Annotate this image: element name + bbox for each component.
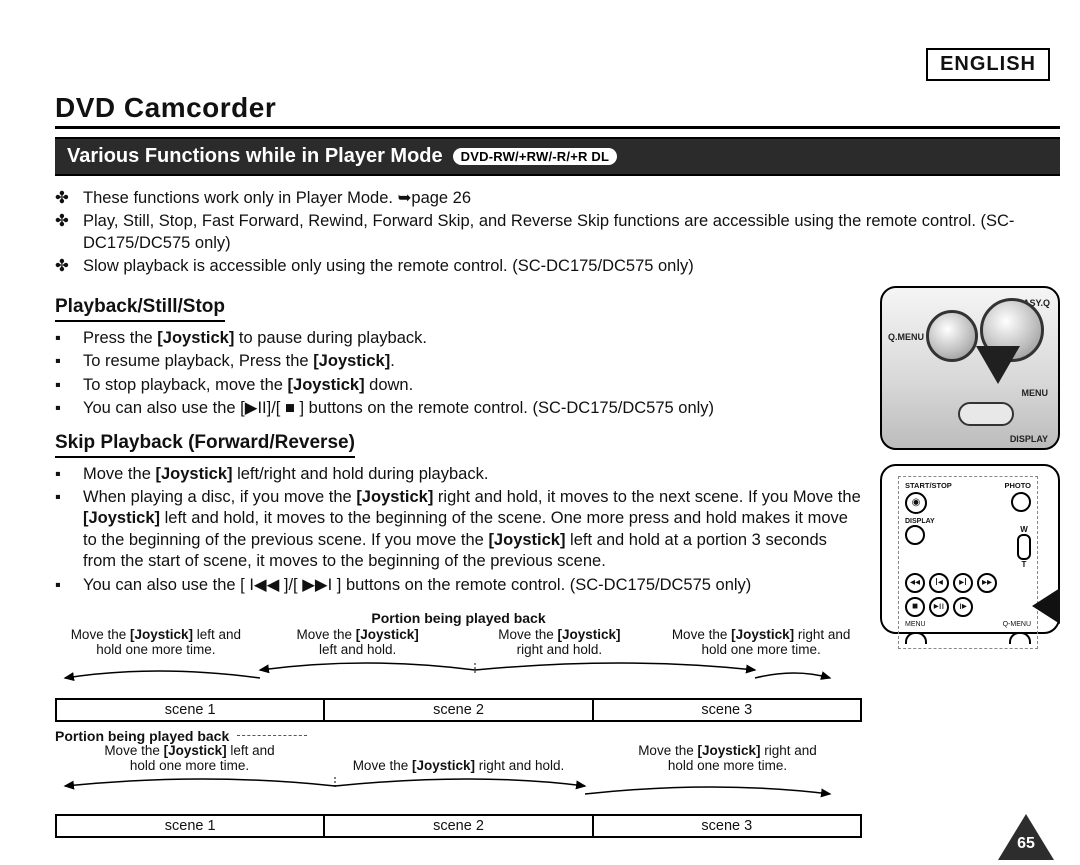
- menu-label: MENU: [1022, 388, 1049, 398]
- remote-ff-icon: ▸▸: [977, 573, 997, 593]
- remote-photo-label: PHOTO: [1004, 481, 1031, 490]
- scene3b: scene 3: [594, 816, 860, 836]
- remote-qmenu-label: Q-MENU: [1003, 621, 1031, 628]
- pb-bullet-0: Press the [Joystick] to pause during pla…: [83, 328, 427, 349]
- remote-zoom-icon: [1017, 534, 1031, 560]
- remote-prev-icon: І◂: [929, 573, 949, 593]
- pointer-arrow-icon: [976, 346, 1020, 384]
- intro-bullet-0: These functions work only in Player Mode…: [83, 188, 471, 209]
- playback-bullets: ▪Press the [Joystick] to pause during pl…: [55, 328, 862, 420]
- language-badge: ENGLISH: [926, 48, 1050, 81]
- dia1-cell-1: Move the [Joystick]left and hold.: [257, 628, 459, 658]
- title-rule: [55, 126, 1060, 129]
- dia1-cell-2: Move the [Joystick]right and hold.: [459, 628, 661, 658]
- page-title: DVD Camcorder: [55, 92, 1060, 124]
- pb-bullet-3: You can also use the [▶II]/[ ■ ] buttons…: [83, 398, 714, 419]
- dia2-cell-2: Move the [Joystick] right andhold one mo…: [593, 744, 862, 774]
- diagram2-caption: Portion being played back: [55, 728, 229, 744]
- scene1a: scene 1: [57, 700, 325, 720]
- scene2b: scene 2: [325, 816, 593, 836]
- remote-rew-icon: ◂◂: [905, 573, 925, 593]
- remote-next-icon: ▸І: [953, 573, 973, 593]
- manual-page: ENGLISH DVD Camcorder Various Functions …: [0, 0, 1080, 865]
- scene-bar-1: scene 1 scene 2 scene 3: [55, 698, 862, 722]
- display-label: DISPLAY: [1010, 434, 1048, 444]
- remote-startstop-icon: ◉: [905, 492, 927, 514]
- qmenu-knob-icon: [926, 310, 978, 362]
- remote-pointer-icon: [1032, 588, 1060, 624]
- scene-bar-2: scene 1 scene 2 scene 3: [55, 814, 862, 838]
- remote-display-label: DISPLAY: [905, 518, 1031, 525]
- remote-photo-icon: [1011, 492, 1031, 512]
- remote-t-label: T: [1022, 560, 1027, 569]
- intro-bullet-2: Slow playback is accessible only using t…: [83, 256, 694, 277]
- remote-startstop-label: START/STOP: [905, 481, 952, 490]
- skip-heading: Skip Playback (Forward/Reverse): [55, 432, 355, 458]
- playback-heading: Playback/Still/Stop: [55, 296, 225, 322]
- remote-qmenu-btn-icon: [1009, 632, 1031, 644]
- remote-display-icon: [905, 525, 925, 545]
- scene3a: scene 3: [594, 700, 860, 720]
- remote-menu-btn-icon: [905, 632, 927, 644]
- remote-play-icon: ▸ıı: [929, 597, 949, 617]
- dia1-cell-3: Move the [Joystick] right andhold one mo…: [660, 628, 862, 658]
- dia1-cell-0: Move the [Joystick] left andhold one mor…: [55, 628, 257, 658]
- intro-bullet-1: Play, Still, Stop, Fast Forward, Rewind,…: [83, 211, 1060, 254]
- page-number: 65: [1017, 835, 1035, 853]
- menu-button-icon: [958, 402, 1014, 426]
- remote-w-label: W: [1020, 525, 1028, 534]
- diagram1-caption: Portion being played back: [55, 610, 862, 626]
- page-number-badge: 65: [998, 813, 1054, 861]
- skip-bullet-1: When playing a disc, if you move the [Jo…: [83, 487, 862, 573]
- diagram2-arrows: [55, 774, 835, 804]
- skip-bullets: ▪Move the [Joystick] left/right and hold…: [55, 464, 862, 597]
- remote-illustration: START/STOP PHOTO ◉ DISPLAY W: [880, 464, 1060, 634]
- pb-bullet-1: To resume playback, Press the [Joystick]…: [83, 351, 395, 372]
- scene-diagram-1: Portion being played back Move the [Joys…: [55, 610, 862, 837]
- qmenu-label: Q.MENU: [888, 332, 924, 342]
- section-banner: Various Functions while in Player Mode D…: [55, 137, 1060, 176]
- remote-slow-icon: ı▸: [953, 597, 973, 617]
- scene1b: scene 1: [57, 816, 325, 836]
- skip-bullet-2: You can also use the [ I◀◀ ]/[ ▶▶I ] but…: [83, 575, 751, 596]
- diagram1-arrows: [55, 658, 835, 688]
- pb-bullet-2: To stop playback, move the [Joystick] do…: [83, 375, 413, 396]
- dia2-cell-0: Move the [Joystick] left andhold one mor…: [55, 744, 324, 774]
- camcorder-illustration: EASY.Q Q.MENU MENU DISPLAY: [880, 286, 1060, 450]
- banner-text: Various Functions while in Player Mode: [67, 145, 443, 168]
- scene2a: scene 2: [325, 700, 593, 720]
- dia2-cell-1: Move the [Joystick] right and hold.: [324, 759, 593, 774]
- skip-bullet-0: Move the [Joystick] left/right and hold …: [83, 464, 488, 485]
- intro-bullets: ✤These functions work only in Player Mod…: [55, 188, 1060, 278]
- remote-menu-label: MENU: [905, 621, 926, 628]
- remote-stop-icon: ■: [905, 597, 925, 617]
- disc-formats-badge: DVD-RW/+RW/-R/+R DL: [453, 148, 618, 165]
- caption-dash: [237, 735, 307, 736]
